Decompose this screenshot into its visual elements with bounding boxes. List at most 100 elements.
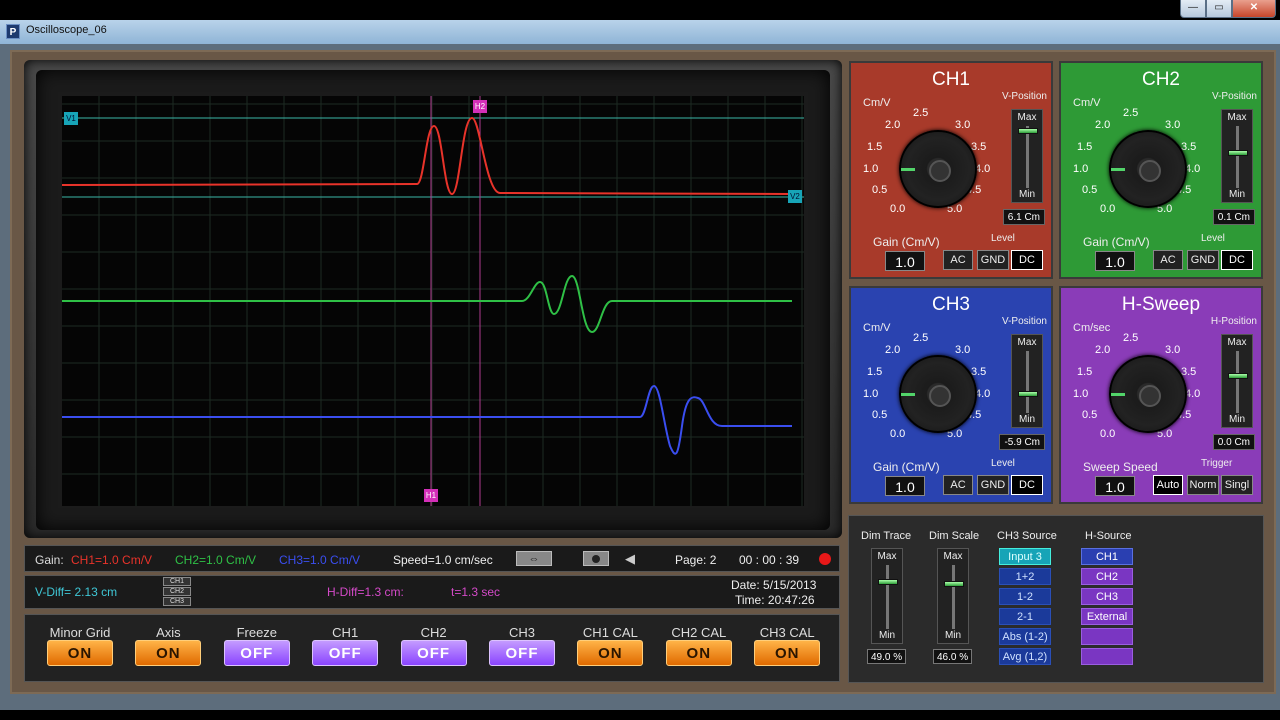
ch1-gain-value[interactable]: 1.0 <box>885 251 925 271</box>
hsweep-level-button[interactable]: Norm <box>1187 475 1219 495</box>
hsweep-level-button[interactable]: Singl <box>1221 475 1253 495</box>
ch1-slider-thumb[interactable] <box>1018 128 1038 134</box>
ch1-level-button[interactable]: DC <box>1011 250 1043 270</box>
hsweep-gain-value[interactable]: 1.0 <box>1095 476 1135 496</box>
ch3-source-option[interactable]: Avg (1,2) <box>999 648 1051 665</box>
hsweep-slider-thumb[interactable] <box>1228 373 1248 379</box>
ch3-position-slider[interactable]: Max Min <box>1011 334 1043 428</box>
ch3-gain-value[interactable]: 1.0 <box>885 476 925 496</box>
h-source-option[interactable]: CH2 <box>1081 568 1133 585</box>
ch2-trace <box>62 274 792 334</box>
h-source-option[interactable] <box>1081 628 1133 645</box>
v2-marker[interactable]: V2 <box>788 190 802 203</box>
mini-ch2-button[interactable]: CH2 <box>163 587 191 596</box>
dim-scale-min-label: Min <box>944 630 962 641</box>
knob-cap <box>1139 385 1161 407</box>
back-arrow-icon[interactable]: ◀ <box>625 551 635 567</box>
ch1-gain-knob[interactable] <box>899 130 977 208</box>
ch1-level-button[interactable]: AC <box>943 250 973 270</box>
ch1-position-label: V-Position <box>1001 91 1047 102</box>
knob-indicator <box>1111 393 1125 396</box>
ch2-level-button[interactable]: AC <box>1153 250 1183 270</box>
knob-tick-label: 2.0 <box>885 344 901 356</box>
toggle-button[interactable]: OFF <box>312 640 379 666</box>
toggle-button[interactable]: OFF <box>489 640 555 666</box>
knob-tick-label: 2.5 <box>1123 107 1139 119</box>
toggle-button[interactable]: ON <box>577 640 644 666</box>
toggle-button[interactable]: ON <box>754 640 821 666</box>
hsweep-position-label: H-Position <box>1210 316 1257 327</box>
ch3-slider-thumb[interactable] <box>1018 391 1038 397</box>
ch3-source-option[interactable]: 2-1 <box>999 608 1051 625</box>
hsweep-panel-title: H-Sweep <box>1121 294 1201 315</box>
hsweep-level-label: Trigger <box>1201 458 1233 469</box>
toggle-button[interactable]: OFF <box>223 640 290 666</box>
knob-tick-label: 0.5 <box>1082 409 1098 421</box>
v1-marker[interactable]: V1 <box>64 112 78 125</box>
ch3-gain-knob[interactable] <box>899 355 977 433</box>
dim-trace-readout: 49.0 % <box>867 649 907 664</box>
toggle-button[interactable]: ON <box>665 640 732 666</box>
ch3-level-button[interactable]: AC <box>943 475 973 495</box>
ch3-trace <box>62 384 792 455</box>
ch2-panel: CH2 Cm/V V-Position 0.0 0.5 1.0 1.5 2.0 2.5 3.0 3.… <box>1059 61 1263 279</box>
dim-scale-thumb[interactable] <box>944 581 964 587</box>
ch3-source-option[interactable]: Input 3 <box>999 548 1051 565</box>
mini-ch3-button[interactable]: CH3 <box>163 597 191 606</box>
scope-screen[interactable]: V1 V2 H2 H1 <box>61 96 804 506</box>
ch3-source-option[interactable]: 1+2 <box>999 568 1051 585</box>
ch1-position-slider[interactable]: Max Min <box>1011 109 1043 203</box>
record-button[interactable] <box>583 551 609 566</box>
toggle-button[interactable]: ON <box>47 640 113 666</box>
h-source-option[interactable]: CH1 <box>1081 548 1133 565</box>
knob-tick-label: 4.0 <box>975 163 991 175</box>
mini-ch1-button[interactable]: CH1 <box>163 577 191 586</box>
toggle-button[interactable]: OFF <box>400 640 467 666</box>
ch2-position-slider[interactable]: Max Min <box>1221 109 1253 203</box>
hsweep-position-slider[interactable]: Max Min <box>1221 334 1253 428</box>
scope-display[interactable] <box>61 96 804 506</box>
h1-marker[interactable]: H1 <box>424 489 438 502</box>
ch3-position-label: V-Position <box>1001 316 1047 327</box>
ch1-position-readout: 6.1 Cm <box>1002 209 1045 225</box>
dim-trace-thumb[interactable] <box>878 579 898 585</box>
h-source-option[interactable]: External <box>1081 608 1133 625</box>
ch2-slider-thumb[interactable] <box>1228 150 1248 156</box>
knob-cap <box>929 160 951 182</box>
ch3-level-button[interactable]: GND <box>977 475 1009 495</box>
ch3-source-option[interactable]: 1-2 <box>999 588 1051 605</box>
ch2-gain-knob[interactable] <box>1109 130 1187 208</box>
minimize-button[interactable]: — <box>1180 0 1206 18</box>
resize-arrows-icon[interactable]: ⇔ <box>516 551 552 566</box>
knob-tick-label: 3.5 <box>1181 141 1197 153</box>
hsweep-level-button[interactable]: Auto <box>1153 475 1183 495</box>
ch2-level-button[interactable]: DC <box>1221 250 1253 270</box>
hdiff-text: H-Diff=1.3 cm: <box>327 585 404 599</box>
dim-scale-slider[interactable]: Max Min <box>937 548 969 644</box>
hsweep-gain-knob[interactable] <box>1109 355 1187 433</box>
ch1-slider-track <box>1026 126 1029 188</box>
ch3-position-readout: -5.9 Cm <box>999 434 1045 450</box>
h2-marker[interactable]: H2 <box>473 100 487 113</box>
dim-scale-readout: 46.0 % <box>933 649 973 664</box>
ch3-source-label: CH3 Source <box>997 530 1057 542</box>
h-source-option[interactable]: CH3 <box>1081 588 1133 605</box>
ch2-level-button[interactable]: GND <box>1187 250 1219 270</box>
ch3-source-option[interactable]: Abs (1-2) <box>999 628 1051 645</box>
maximize-button[interactable]: ▭ <box>1206 0 1232 18</box>
knob-tick-label: 3.5 <box>971 366 987 378</box>
toggle-button[interactable]: ON <box>135 640 202 666</box>
ch2-position-readout: 0.1 Cm <box>1212 209 1255 225</box>
ch3-level-button[interactable]: DC <box>1011 475 1043 495</box>
close-button[interactable]: ✕ <box>1232 0 1276 18</box>
h-source-option[interactable] <box>1081 648 1133 665</box>
ch1-level-button[interactable]: GND <box>977 250 1009 270</box>
toggle-label: CH1 <box>332 625 359 640</box>
ch1-knob-area: 0.0 0.5 1.0 1.5 2.0 2.5 3.0 3.5 4.0 4.5 5.0 <box>859 103 999 223</box>
knob-tick-label: 1.0 <box>863 388 879 400</box>
time-text: Time: 20:47:26 <box>735 593 815 607</box>
ch2-gain-value[interactable]: 1.0 <box>1095 251 1135 271</box>
knob-tick-label: 2.0 <box>1095 344 1111 356</box>
dim-trace-slider[interactable]: Max Min <box>871 548 903 644</box>
ch2-position-label: V-Position <box>1211 91 1257 102</box>
